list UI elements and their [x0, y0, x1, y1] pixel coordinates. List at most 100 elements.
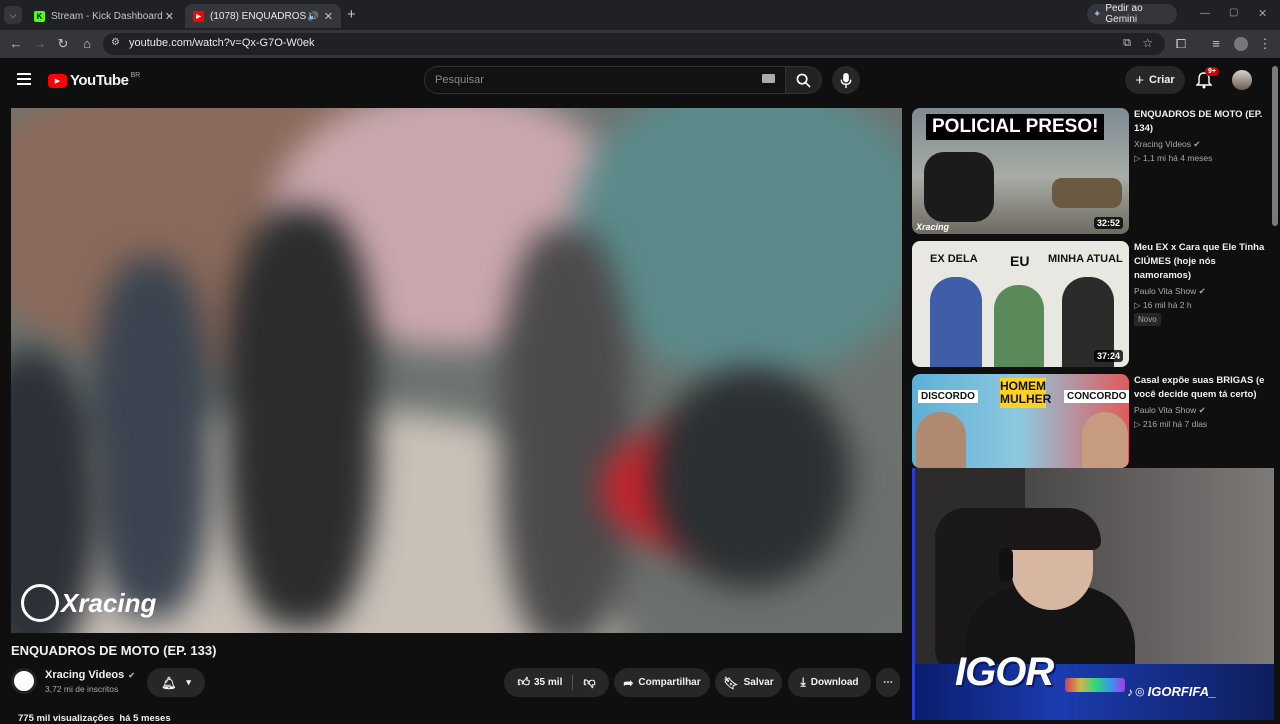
recommendation-channel[interactable]: Xracing Videos ✔ [1134, 139, 1201, 150]
channel-avatar[interactable] [11, 668, 37, 694]
helmet-logo-icon [21, 584, 59, 622]
gemini-button[interactable]: ✦ Pedir ao Gemini [1087, 3, 1177, 25]
close-window-button[interactable]: ✕ [1258, 7, 1267, 20]
webcam-overlay: IGOR ♪ ◎ IGORFIFA_ [912, 468, 1274, 720]
view-count: 1,1 mi [1142, 153, 1167, 163]
download-button[interactable]: ⤓ Download [788, 668, 871, 697]
social-handle-text: IGORFIFA_ [1147, 684, 1217, 699]
streamer-hair [1005, 508, 1101, 550]
tab-label: (1078) ENQUADROS DE MO [210, 10, 310, 22]
headset-icon [999, 548, 1013, 582]
motorcycle-shape [924, 152, 994, 222]
bell-icon: 🔔︎ [161, 675, 177, 690]
plus-icon: + [1135, 71, 1145, 89]
recommendation-channel[interactable]: Paulo Vita Show ✔ [1134, 405, 1206, 416]
channel-name-text: Xracing Videos [45, 669, 125, 681]
tab-search-dropdown-icon[interactable]: ⌵ [4, 6, 22, 24]
install-app-icon[interactable]: ⧉ [1123, 37, 1131, 50]
close-icon[interactable]: ✕ [165, 10, 174, 23]
reload-icon[interactable]: ↻ [55, 36, 71, 52]
share-label: Compartilhar [638, 677, 701, 688]
person-figure [1082, 412, 1128, 468]
microphone-icon [840, 72, 852, 88]
recommendation-item[interactable]: POLICIAL PRESO! Xracing 32:52 ENQUADROS … [912, 108, 1272, 236]
rgb-keyboard-shape [1065, 678, 1125, 692]
channel-text: Xracing Videos [1134, 139, 1192, 149]
recommendation-title[interactable]: Casal expõe suas BRIGAS (e você decide q… [1134, 374, 1269, 402]
create-label: Criar [1149, 74, 1175, 86]
subscription-bell-button[interactable]: 🔔︎ ▾ [147, 668, 205, 697]
channel-name[interactable]: Xracing Videos ✔ [45, 669, 135, 681]
verified-icon: ✔ [1193, 139, 1201, 149]
create-button[interactable]: + Criar [1125, 66, 1185, 94]
person-figure [994, 285, 1044, 367]
maximize-button[interactable]: ▢ [1229, 7, 1238, 18]
view-count-line: 775 mil visualizações há 5 meses [18, 713, 171, 724]
person-figure [916, 412, 966, 468]
address-bar[interactable]: ⚙ youtube.com/watch?v=Qx-G7O-W0ek ⧉ ☆ [103, 33, 1165, 55]
forward-icon[interactable]: → [32, 36, 48, 52]
gemini-label: Pedir ao Gemini [1105, 3, 1143, 25]
search-input[interactable]: Pesquisar [424, 66, 786, 94]
verified-icon: ✔ [128, 670, 135, 680]
recommendation-channel[interactable]: Paulo Vita Show ✔ [1134, 286, 1206, 297]
tab-youtube-video[interactable]: ▶ (1078) ENQUADROS DE MO 🔊 ✕ [185, 4, 341, 28]
youtube-logo-text: YouTube [70, 72, 129, 89]
thumbnail-label: DISCORDO [918, 390, 978, 403]
tiktok-icon: ♪ [1127, 684, 1133, 699]
notification-badge: 9+ [1205, 67, 1219, 76]
browser-tab-bar: ⌵ K Stream - Kick Dashboard ✕ ▶ (1078) E… [0, 0, 1280, 30]
upload-age: há 2 h [1167, 300, 1192, 310]
gemini-icon: ✦ [1093, 8, 1102, 20]
save-label: Salvar [743, 677, 774, 688]
verified-icon: ✔ [1198, 286, 1206, 296]
video-thumbnail[interactable]: POLICIAL PRESO! Xracing 32:52 [912, 108, 1129, 234]
page-scrollbar[interactable] [1272, 66, 1278, 226]
channel-text: Paulo Vita Show [1134, 405, 1197, 415]
extensions-icon[interactable]: ⧠ [1173, 36, 1189, 52]
dislike-button[interactable]: 👎︎ [573, 675, 595, 690]
search-button[interactable] [786, 66, 822, 94]
like-button[interactable]: 👍︎ 35 mil [517, 675, 574, 690]
recommendation-meta: ▷ 1,1 mi há 4 meses [1134, 153, 1213, 163]
recommendation-item[interactable]: EX DELA EU MINHA ATUAL 37:24 Meu EX x Ca… [912, 241, 1272, 369]
close-icon[interactable]: ✕ [324, 10, 333, 23]
recommendation-meta: ▷ 216 mil há 7 dias [1134, 419, 1208, 429]
thumbs-up-icon: 👍︎ [517, 675, 530, 689]
account-avatar[interactable] [1232, 70, 1252, 90]
save-button[interactable]: 🔖︎ Salvar [715, 668, 782, 697]
url-text[interactable]: youtube.com/watch?v=Qx-G7O-W0ek [129, 37, 315, 49]
site-info-icon[interactable]: ⚙ [111, 37, 120, 48]
thumbnail-label: EX DELA [930, 253, 978, 265]
home-icon[interactable]: ⌂ [79, 36, 95, 52]
recommendation-title[interactable]: Meu EX x Cara que Ele Tinha CIÚMES (hoje… [1134, 241, 1269, 283]
chevron-down-icon: ▾ [186, 677, 191, 687]
video-player[interactable]: Xracing [11, 108, 902, 633]
more-actions-button[interactable]: ⋯ [876, 668, 900, 697]
download-label: Download [810, 677, 859, 688]
new-badge: Novo [1134, 313, 1161, 326]
voice-search-button[interactable] [832, 66, 860, 94]
recommendation-title[interactable]: ENQUADROS DE MOTO (EP. 134) [1134, 108, 1269, 136]
upload-age: há 7 dias [1172, 419, 1208, 429]
youtube-logo[interactable]: ▶ YouTube BR [48, 72, 140, 89]
browser-toolbar: ← → ↻ ⌂ ⚙ youtube.com/watch?v=Qx-G7O-W0e… [0, 30, 1280, 58]
notifications-button[interactable]: 9+ [1195, 67, 1219, 90]
bookmark-star-icon[interactable]: ☆ [1142, 36, 1153, 50]
menu-dots-icon[interactable]: ⋮ [1257, 36, 1273, 52]
back-icon[interactable]: ← [8, 36, 24, 52]
keyboard-icon[interactable] [762, 74, 775, 83]
new-tab-button[interactable]: + [347, 6, 356, 23]
hamburger-menu-icon[interactable] [17, 73, 31, 85]
video-thumbnail[interactable]: EX DELA EU MINHA ATUAL 37:24 [912, 241, 1129, 367]
tab-kick-dashboard[interactable]: K Stream - Kick Dashboard ✕ [26, 4, 182, 28]
thumbs-down-icon: 👎︎ [583, 675, 596, 689]
person-figure [1052, 178, 1122, 208]
minimize-button[interactable]: — [1200, 8, 1210, 19]
thumbnail-headline-text: POLICIAL PRESO! [932, 116, 1099, 137]
video-thumbnail[interactable]: DISCORDO HOMEM MULHER CONCORDO [912, 374, 1129, 468]
share-button[interactable]: ➦ Compartilhar [614, 668, 710, 697]
reading-list-icon[interactable]: ≡ [1208, 36, 1224, 52]
profile-avatar[interactable] [1234, 37, 1248, 51]
speaker-icon[interactable]: 🔊 [308, 11, 319, 22]
